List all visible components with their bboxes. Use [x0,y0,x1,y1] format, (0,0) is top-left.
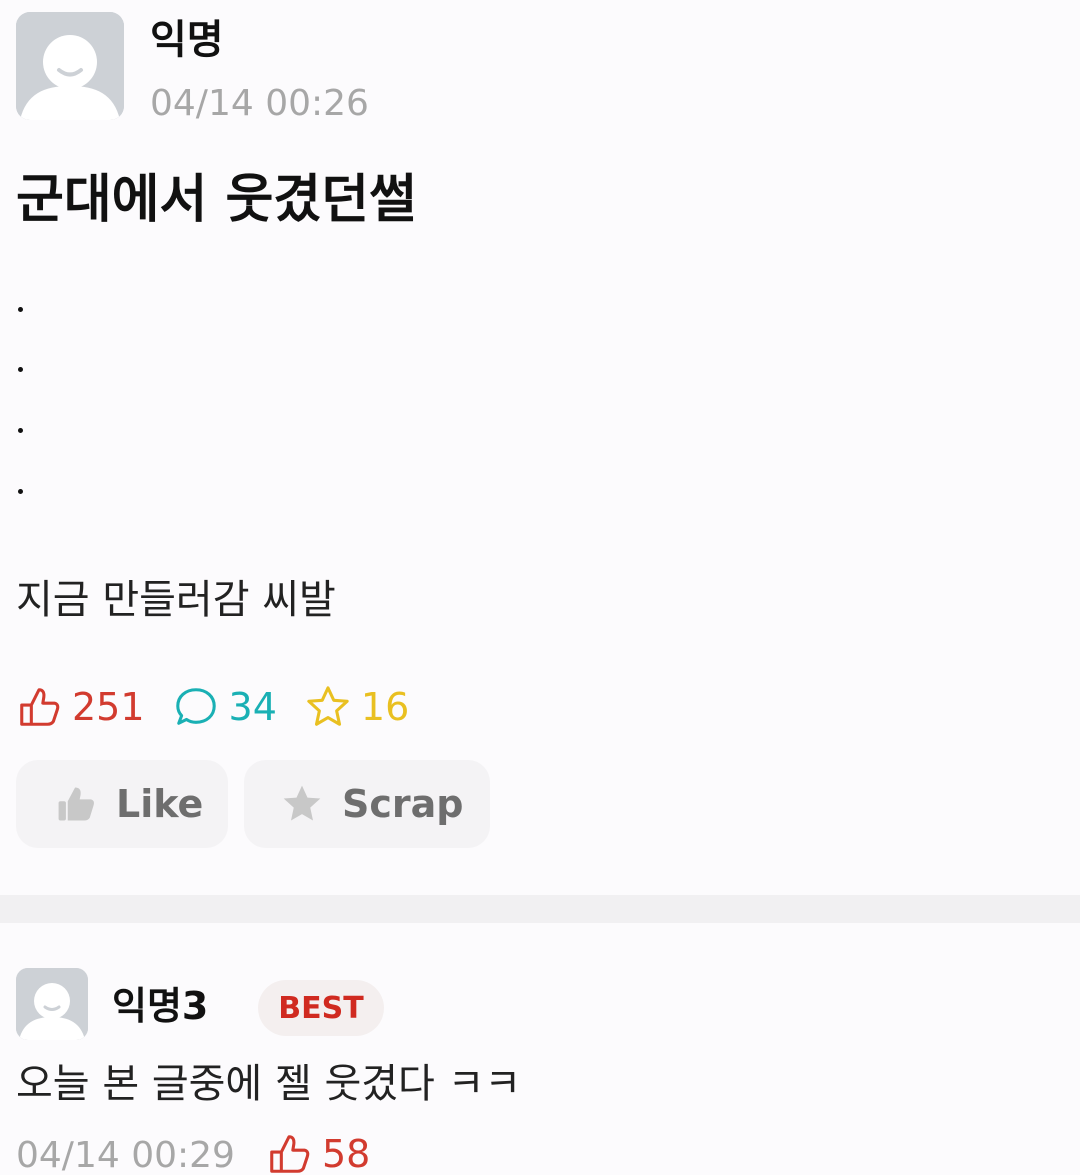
best-badge: BEST [258,980,384,1036]
comment-author: 익명3 [112,984,209,1028]
scrap-count: 16 [305,684,409,730]
section-divider [0,895,1080,923]
body-dot [18,367,23,372]
post-title: 군대에서 웃겼던썰 [16,170,417,230]
thumbs-up-icon [20,688,60,726]
thumbs-up-icon [270,1135,310,1173]
post-author: 익명 [150,17,224,63]
like-count: 251 [16,684,145,730]
comment-count: 34 [173,684,277,730]
body-dot [18,489,23,494]
thumbs-up-icon [58,787,94,821]
scrap-count-value: 16 [360,685,410,729]
comment-like-count: 58 [322,1132,371,1175]
star-icon [283,785,321,821]
post-stats: 251 34 16 [16,682,437,732]
comment-avatar-icon [16,968,88,1040]
like-button-label: Like [116,782,204,826]
body-dot [18,428,23,433]
like-count-value: 251 [72,685,145,729]
post-page: 익명 04/14 00:26 군대에서 웃겼던썰 지금 만들러감 씨발 251 … [0,0,1080,1175]
comment-count-value: 34 [228,685,277,729]
post-card: 익명 04/14 00:26 군대에서 웃겼던썰 지금 만들러감 씨발 251 … [0,0,1080,895]
author-avatar-icon [16,12,124,120]
comment-like[interactable]: 58 [266,1130,370,1175]
speech-bubble-icon [175,688,216,725]
star-icon [307,686,349,726]
comment-timestamp: 04/14 00:29 [16,1135,235,1175]
scrap-button[interactable]: Scrap [244,760,490,848]
scrap-button-label: Scrap [342,782,464,826]
body-dot [18,307,23,312]
post-timestamp: 04/14 00:26 [150,83,369,124]
comment-text: 오늘 본 글중에 젤 웃겼다 ㅋㅋ [16,1061,522,1107]
post-body: 지금 만들러감 씨발 [16,577,336,623]
like-button[interactable]: Like [16,760,228,848]
